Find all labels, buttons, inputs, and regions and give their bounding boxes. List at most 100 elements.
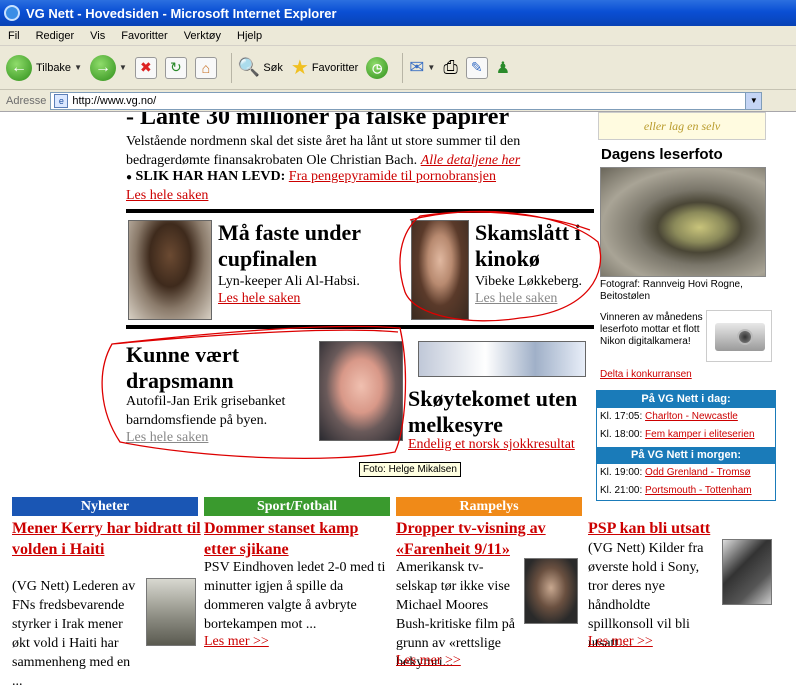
schedule-link[interactable]: Odd Grenland - Tromsø: [645, 467, 751, 478]
sport-text: PSV Eindhoven ledet 2-0 med ti minutter …: [204, 560, 386, 632]
edit-icon: ✎: [465, 56, 488, 79]
psp-title[interactable]: PSP kan bli utsatt: [588, 518, 788, 539]
toolbar-separator: [230, 52, 232, 83]
top-headline[interactable]: - Lånte 30 millioner på falske papirer: [126, 112, 509, 131]
cup-more-link[interactable]: Les hele saken: [218, 291, 300, 307]
refresh-icon: ↻: [164, 56, 187, 79]
schedule-link[interactable]: Fem kamper i eliteserien: [645, 429, 754, 440]
skoyte-more-link[interactable]: Endelig et norsk sjokkresultat: [408, 437, 575, 453]
schedule-row: Kl. 18:00: Fem kamper i eliteserien: [600, 429, 755, 440]
menu-help[interactable]: Hjelp: [229, 30, 270, 42]
sport-title[interactable]: Dommer stanset kamp etter sjikane: [204, 518, 394, 560]
schedule-row: Kl. 17:05: Charlton - Newcastle: [600, 411, 738, 422]
schedule-row: Kl. 19:00: Odd Grenland - Tromsø: [600, 467, 751, 478]
toolbar: ← Tilbake ▼ → ▼ ✖ ↻ ⌂ 🔍 Søk ★ Favoritter…: [0, 46, 796, 90]
menu-bar: Fil Rediger Vis Favoritter Verktøy Hjelp: [0, 26, 796, 46]
search-button[interactable]: 🔍 Søk: [238, 57, 283, 78]
address-url: http://www.vg.no/: [72, 94, 157, 107]
printer-icon: ⎙: [443, 57, 458, 77]
cup-headline[interactable]: Må faste under cupfinalen: [218, 220, 398, 272]
drap-story-photo[interactable]: [319, 341, 403, 441]
menu-view[interactable]: Vis: [82, 30, 113, 42]
cup-sub: Lyn-keeper Ali Al-Habsi.: [218, 274, 360, 289]
menu-favorites[interactable]: Favoritter: [113, 30, 175, 42]
section-header-rampelys[interactable]: Rampelys: [396, 497, 582, 516]
nyheter-title[interactable]: Mener Kerry har bidratt til volden i Hai…: [12, 518, 202, 560]
refresh-button[interactable]: ↻: [164, 56, 187, 79]
top-bullet-link[interactable]: Fra pengepyramide til pornobransjen: [289, 169, 496, 184]
favorites-button[interactable]: ★ Favoritter: [291, 55, 358, 80]
address-bar: Adresse e http://www.vg.no/ ▼: [0, 90, 796, 112]
drap-sub: Autofil-Jan Erik grisebanket barndomsfie…: [126, 394, 286, 428]
history-button[interactable]: ◷: [366, 56, 389, 79]
psp-more-link[interactable]: Les mer >>: [588, 634, 653, 650]
toolbar-separator: [402, 52, 404, 83]
rampelys-title[interactable]: Dropper tv-visning av «Farenheit 9/11»: [396, 518, 586, 560]
leserfoto-caption: Fotograf: Rannveig Hovi Rogne, Beitostøl…: [600, 279, 743, 302]
contest-text: Vinneren av månedens leserfoto mottar et…: [600, 312, 703, 347]
sidebar-banner[interactable]: eller lag en selv: [598, 112, 766, 140]
messenger-icon: ♟: [495, 59, 511, 77]
top-lead-link[interactable]: Alle detaljene her: [421, 153, 521, 168]
menu-tools[interactable]: Verktøy: [176, 30, 229, 42]
chevron-down-icon[interactable]: ▼: [745, 92, 762, 109]
cup-story-photo[interactable]: [128, 220, 212, 320]
print-button[interactable]: ⎙: [443, 57, 457, 78]
vg-schedule-box: På VG Nett i dag: Kl. 17:05: Charlton - …: [596, 390, 776, 501]
chevron-down-icon[interactable]: ▼: [119, 63, 127, 72]
chevron-down-icon[interactable]: ▼: [74, 63, 82, 72]
ie-logo-icon: [4, 5, 20, 21]
address-input[interactable]: e http://www.vg.no/ ▼: [50, 91, 763, 110]
sport-more-link[interactable]: Les mer >>: [204, 634, 269, 650]
page-icon: e: [54, 93, 69, 108]
rampelys-thumb[interactable]: [524, 558, 578, 624]
history-icon: ◷: [366, 56, 389, 79]
section-header-nyheter[interactable]: Nyheter: [12, 497, 198, 516]
back-button[interactable]: ← Tilbake ▼: [6, 54, 82, 81]
messenger-button[interactable]: ♟: [496, 58, 510, 78]
psp-thumb[interactable]: [722, 539, 772, 605]
mail-button[interactable]: ✉ ▼: [409, 57, 435, 78]
menu-edit[interactable]: Rediger: [28, 30, 83, 42]
schedule-link[interactable]: Portsmouth - Tottenham: [645, 485, 752, 496]
divider: [126, 325, 594, 329]
kino-story-photo[interactable]: [411, 220, 469, 320]
section-header-sport[interactable]: Sport/Fotball: [204, 497, 390, 516]
top-bullet: ● SLIK HAR HAN LEVD: Fra pengepyramide t…: [126, 169, 497, 184]
search-icon: 🔍: [237, 57, 261, 77]
page-content: - Lånte 30 millioner på falske papirer V…: [0, 112, 796, 693]
schedule-link[interactable]: Charlton - Newcastle: [645, 411, 738, 422]
stop-icon: ✖: [134, 56, 157, 79]
drap-headline[interactable]: Kunne vært drapsmann: [126, 342, 316, 394]
kino-headline[interactable]: Skamslått i kinokø: [475, 220, 593, 272]
edit-button[interactable]: ✎: [465, 56, 488, 79]
menu-file[interactable]: Fil: [0, 30, 28, 42]
forward-arrow-icon: →: [89, 54, 116, 81]
kino-more-link[interactable]: Les hele saken: [475, 291, 557, 307]
skoyte-headline[interactable]: Skøytekomet uten melkesyre: [408, 386, 598, 438]
vg-today-title: På VG Nett i dag:: [597, 391, 775, 408]
forward-button[interactable]: → ▼: [89, 54, 127, 81]
drap-more-link[interactable]: Les hele saken: [126, 430, 208, 446]
leserfoto-image[interactable]: [600, 167, 766, 277]
window-title-bar: VG Nett - Hovedsiden - Microsoft Interne…: [0, 0, 796, 26]
back-arrow-icon: ←: [6, 54, 32, 81]
camera-icon[interactable]: [706, 310, 772, 362]
vg-tomorrow-title: På VG Nett i morgen:: [597, 447, 775, 464]
contest-link[interactable]: Delta i konkurransen: [600, 369, 692, 381]
kino-sub: Vibeke Løkkeberg.: [475, 274, 582, 289]
mail-icon: ✉: [409, 57, 425, 77]
top-more-link[interactable]: Les hele saken: [126, 188, 208, 204]
home-button[interactable]: ⌂: [194, 56, 217, 79]
skoyte-story-photo[interactable]: [418, 341, 586, 377]
nyheter-thumb[interactable]: [146, 578, 196, 646]
rampelys-more-link[interactable]: Les mer >>: [396, 653, 461, 669]
chevron-down-icon[interactable]: ▼: [427, 63, 435, 72]
window-title: VG Nett - Hovedsiden - Microsoft Interne…: [26, 5, 337, 21]
stop-button[interactable]: ✖: [134, 56, 157, 79]
schedule-row: Kl. 21:00: Portsmouth - Tottenham: [600, 485, 752, 496]
star-icon: ★: [290, 57, 309, 79]
leserfoto-title: Dagens leserfoto: [601, 146, 723, 163]
address-label: Adresse: [6, 94, 47, 107]
photo-credit-tooltip: Foto: Helge Mikalsen: [359, 462, 461, 477]
